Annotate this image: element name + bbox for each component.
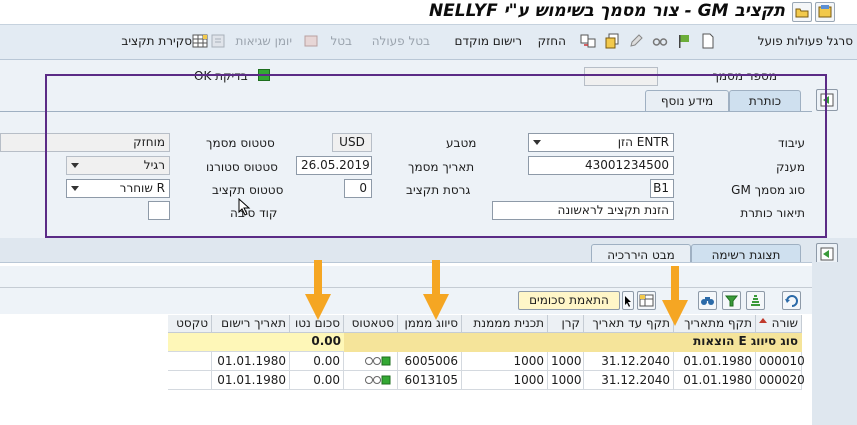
transfer-icon[interactable] — [580, 33, 596, 49]
cell-net-amount[interactable]: 0.00 — [290, 371, 344, 390]
column-header-valid-to[interactable]: תקף עד תאריך — [584, 315, 674, 333]
filter-icon[interactable] — [722, 291, 741, 310]
budget-overview-button[interactable]: סקירת תקציב — [110, 34, 192, 48]
annotation-arrow-icon — [305, 260, 331, 322]
cell-valid-to[interactable]: 31.12.2040 — [584, 352, 674, 371]
cell-funded-class[interactable]: 6005006 — [398, 352, 462, 371]
column-header-fund[interactable]: קרן — [548, 315, 584, 333]
cell-funded-program[interactable]: 1000 — [462, 371, 548, 390]
cancel-button[interactable]: בטל — [326, 34, 352, 48]
cursor-select-icon[interactable] — [622, 291, 634, 310]
group-row-net-amount: 0.00 — [311, 334, 341, 348]
cell-status[interactable] — [344, 371, 398, 390]
cancel-icon[interactable] — [303, 33, 319, 49]
cell-posting-date[interactable]: 01.01.1980 — [212, 352, 290, 371]
window-title: תקציב GM - צור מסמך בשימוש ע"י NELLYF — [428, 1, 785, 21]
error-log-icon[interactable] — [210, 33, 226, 49]
cell-text[interactable] — [168, 371, 212, 390]
cell-line[interactable]: 000010 — [756, 352, 805, 371]
column-header-text[interactable]: טקסט — [168, 315, 212, 333]
application-toolbar: סרגל פעולות פועל החזק רישום מוקדם בטל פע… — [0, 25, 857, 60]
cell-fund[interactable]: 1000 — [548, 352, 584, 371]
cell-valid-from[interactable]: 01.01.1980 — [674, 371, 756, 390]
grid-toolbar-bg — [0, 266, 812, 288]
title-bar: תקציב GM - צור מסמך בשימוש ע"י NELLYF — [0, 0, 857, 25]
cell-status[interactable] — [344, 352, 398, 371]
new-document-icon[interactable] — [700, 33, 716, 49]
traffic-light-icon — [365, 356, 391, 366]
folder-icon[interactable] — [792, 2, 812, 22]
cell-net-amount[interactable]: 0.00 — [290, 352, 344, 371]
cell-valid-from[interactable]: 01.01.1980 — [674, 352, 756, 371]
match-amounts-button[interactable]: התאמת סכומים — [518, 291, 620, 310]
hold-button[interactable]: החזק — [528, 34, 566, 48]
refresh-icon[interactable] — [782, 291, 801, 310]
column-header-posting-date[interactable]: תאריך רישום — [212, 315, 290, 333]
column-header-status[interactable]: סטאטוס — [344, 315, 398, 333]
column-layout-icon[interactable] — [637, 291, 656, 310]
sort-ascending-icon — [759, 318, 767, 323]
cell-funded-program[interactable]: 1000 — [462, 352, 548, 371]
binoculars-icon[interactable] — [698, 291, 717, 310]
sap-menu-icon[interactable] — [815, 2, 835, 22]
cell-funded-class[interactable]: 6013105 — [398, 371, 462, 390]
cell-valid-to[interactable]: 31.12.2040 — [584, 371, 674, 390]
action-bar-button[interactable]: סרגל פעולות פועל — [717, 34, 857, 48]
column-header-funded-program[interactable]: תכנית מממנת — [462, 315, 548, 333]
cell-line[interactable]: 000020 — [756, 371, 805, 390]
park-button[interactable]: רישום מוקדם — [446, 34, 522, 48]
grid-toolbar — [0, 288, 812, 314]
annotation-arrow-icon — [662, 266, 688, 328]
cell-posting-date[interactable]: 01.01.1980 — [212, 371, 290, 390]
highlight-frame — [45, 74, 827, 238]
annotation-arrow-icon — [423, 260, 449, 322]
flag-icon[interactable] — [676, 33, 692, 49]
group-row-label: סוג סיווג E הוצאות — [693, 334, 798, 348]
cell-fund[interactable]: 1000 — [548, 371, 584, 390]
error-log-button[interactable]: יומן שגיאות — [228, 34, 293, 48]
glasses-icon[interactable] — [652, 33, 668, 49]
traffic-light-icon — [365, 375, 391, 385]
cell-text[interactable] — [168, 352, 212, 371]
pencil-icon[interactable] — [628, 33, 644, 49]
undo-button[interactable]: בטל פעולה — [366, 34, 430, 48]
sort-icon[interactable] — [746, 291, 765, 310]
table-icon[interactable] — [192, 33, 208, 49]
right-margin — [812, 262, 857, 425]
copy-icon[interactable] — [604, 33, 620, 49]
